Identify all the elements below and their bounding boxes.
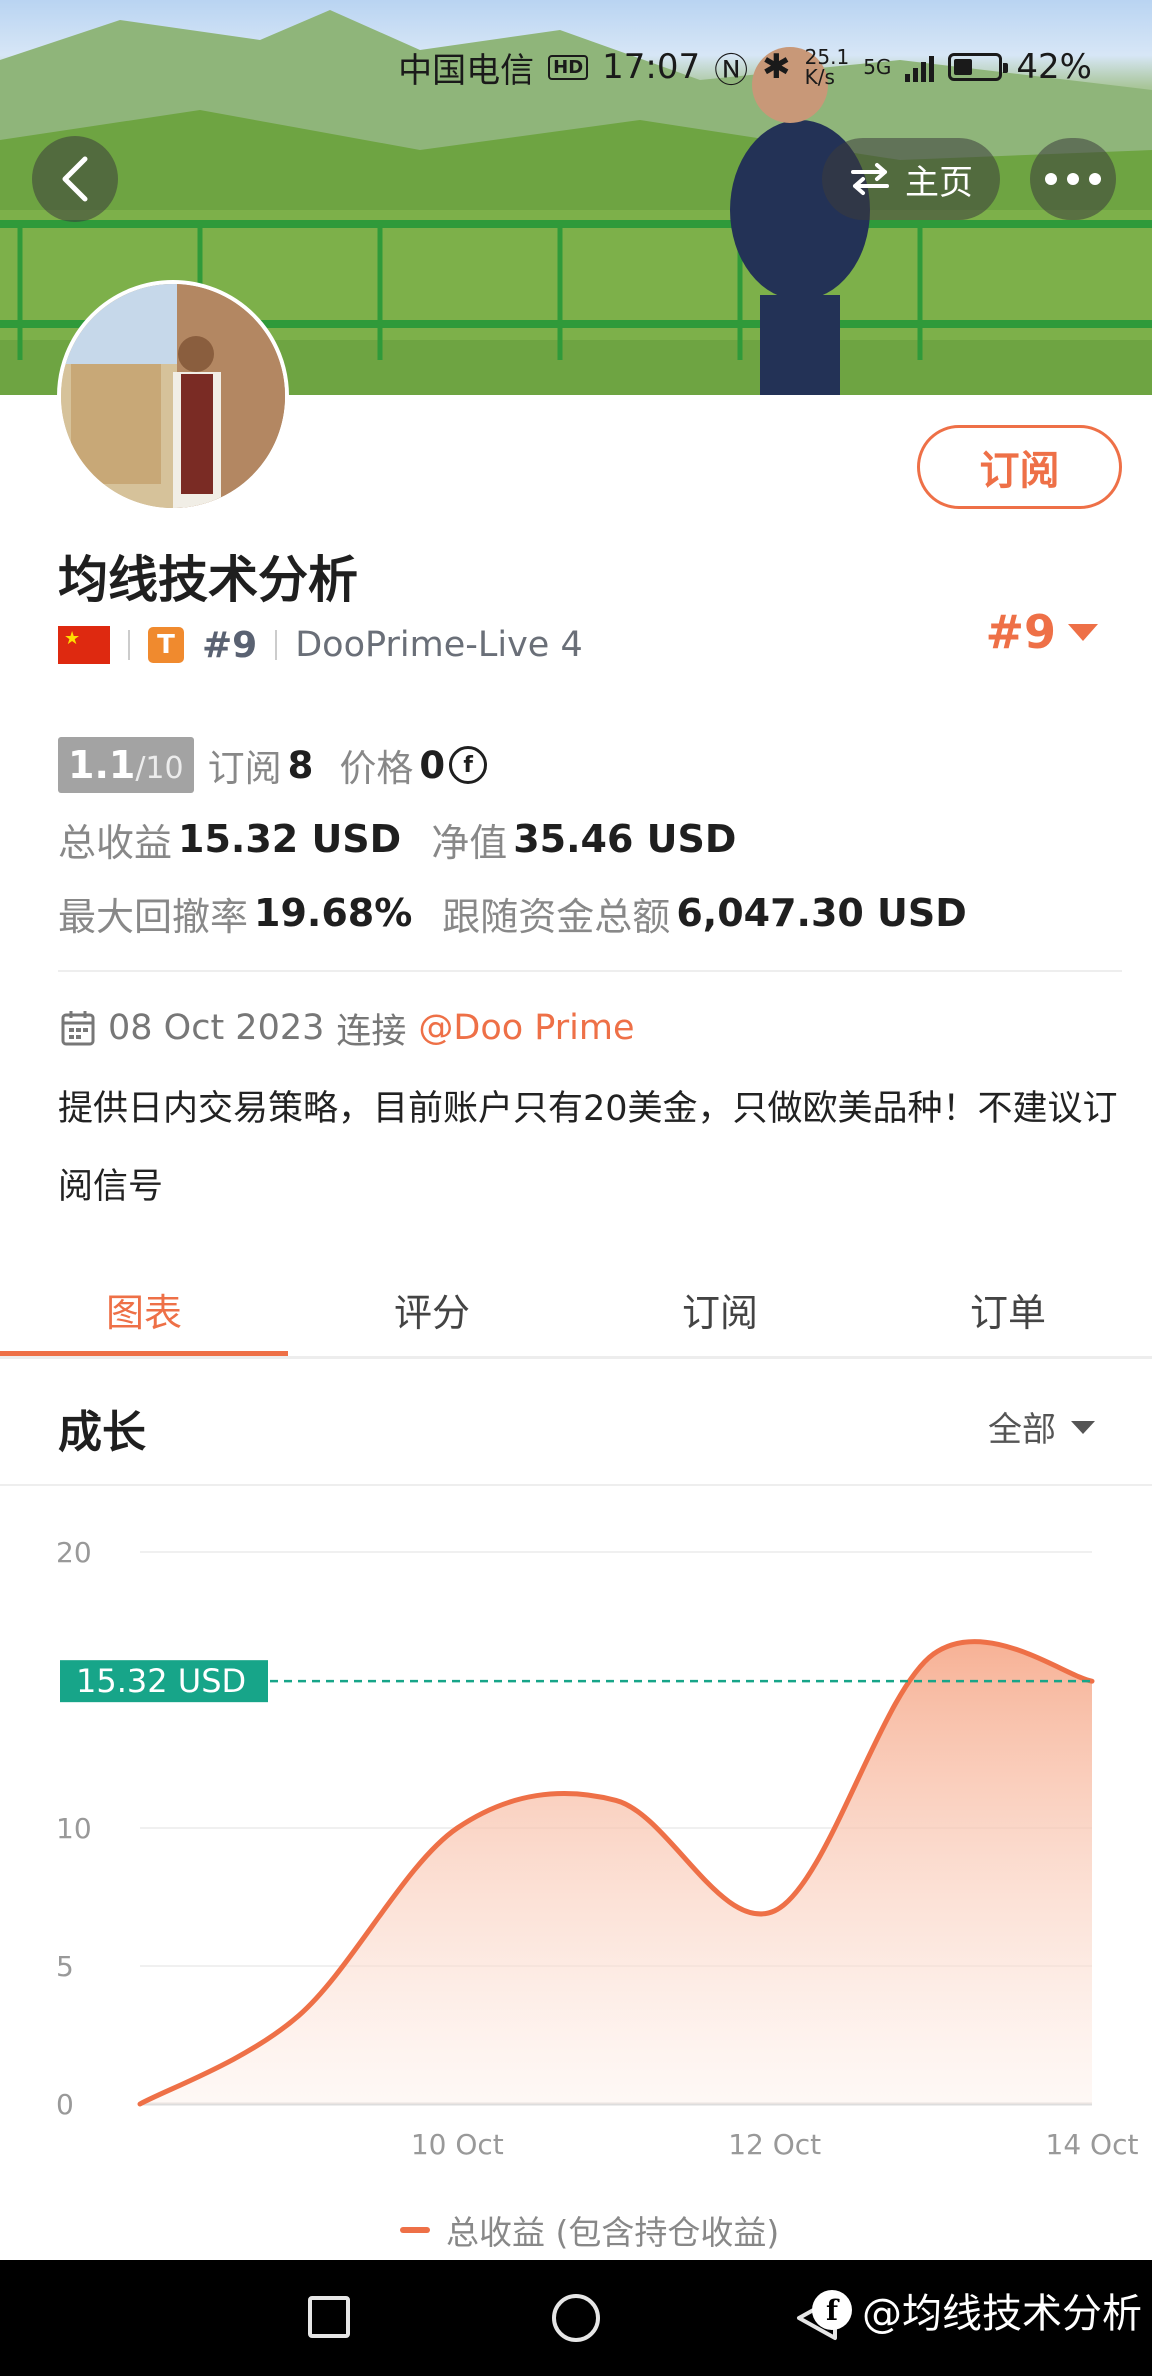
subscribe-count-label: 订阅 [207,747,282,790]
more-dots-icon [1045,173,1101,185]
growth-section-header: 成长 全部 [0,1360,1152,1488]
meta-divider [275,630,278,660]
tab-chart[interactable]: 图表 [0,1258,288,1360]
net-speed-unit: K/s [804,65,835,89]
chart-legend: 总收益 (包含持仓收益) [400,2205,779,2255]
equity-label: 净值 [431,820,508,865]
swap-icon [851,163,889,195]
tab-orders[interactable]: 订单 [864,1258,1152,1360]
drawdown-value: 19.68% [254,891,413,935]
meta-divider [128,630,130,660]
price-label: 价格 [339,747,414,790]
total-profit-value: 15.32 USD [178,817,402,861]
stats-row-score: 1.1 /10 订阅 8 价格 0 f [58,737,488,793]
y-tick-label: 0 [56,2088,74,2121]
stats-row-drawdown: 最大回撤率 19.68% 跟随资金总额 6,047.30 USD [58,885,967,941]
chevron-left-icon [62,156,88,202]
divider [58,970,1122,972]
y-tick-label: 10 [56,1812,92,1845]
total-profit-label: 总收益 [58,820,173,865]
battery-icon [948,53,1009,81]
home-button[interactable]: 主页 [822,138,1000,220]
watermark-handle: @均线技术分析 [862,2291,1142,2337]
legend-swatch [400,2227,430,2233]
home-nav-button[interactable] [552,2294,600,2342]
recent-apps-button[interactable] [308,2296,350,2338]
connect-broker-link[interactable]: @Doo Prime [418,1008,634,1048]
profile-description: 提供日内交易策略，目前账户只有20美金，只做欧美品种！不建议订阅信号 [58,1089,1118,1207]
avatar[interactable] [57,280,289,512]
x-tick-label: 10 Oct [411,2128,504,2161]
tab-subscriptions[interactable]: 订阅 [576,1258,864,1360]
home-button-label: 主页 [905,162,973,203]
drawdown-label: 最大回撤率 [58,894,249,939]
connect-label: 连接 [336,1011,407,1052]
period-filter-label: 全部 [988,1410,1056,1450]
caret-down-icon [1068,624,1098,641]
network-type: 5G [863,55,892,79]
score-value: 1.1 [68,743,136,787]
calendar-icon [61,1011,95,1046]
connect-info: 08 Oct 2023 连接 @Doo Prime [60,1000,635,1056]
social-logo-icon: f [812,2290,852,2330]
more-button[interactable] [1030,138,1116,220]
subscribe-button[interactable]: 订阅 [917,425,1122,509]
growth-chart-svg: 15.32 USD 0 5 10 20 10 Oct 12 Oct 14 Oct [56,1536,1139,2161]
back-button[interactable] [32,136,118,222]
price-value: 0 [419,743,446,787]
avatar-image [61,284,285,508]
profile-name: 均线技术分析 [58,551,358,609]
tab-bar-divider [0,1356,1152,1359]
stats-row-profit: 总收益 15.32 USD 净值 35.46 USD [58,811,736,867]
current-value-label: 15.32 USD [76,1662,246,1700]
tab-bar: 图表 评分 订阅 订单 [0,1258,1152,1360]
x-tick-label: 12 Oct [728,2128,821,2161]
y-tick-label: 5 [56,1950,74,1983]
china-flag-icon: ★ [58,626,110,664]
profile-page: 中国电信 HD 17:07 Ⓝ ✱ 25.1 K/s 5G 42% 主页 订阅 … [0,0,1152,2376]
net-speed: 25.1 K/s [805,47,850,87]
y-tick-label: 20 [56,1536,92,1569]
signal-icon [905,52,935,82]
subscribe-count: 8 [287,743,314,787]
coin-icon: f [449,746,488,784]
follow-funds-value: 6,047.30 USD [676,891,967,935]
score-badge: 1.1 /10 [58,737,194,793]
hd-indicator: HD [548,54,589,80]
equity-value: 35.46 USD [513,817,737,861]
status-bar: 中国电信 HD 17:07 Ⓝ ✱ 25.1 K/s 5G 42% [398,40,1092,94]
profile-meta: ★ T #9 DooPrime-Live 4 [58,617,583,673]
clock: 17:07 [602,47,701,87]
growth-chart: 15.32 USD 0 5 10 20 10 Oct 12 Oct 14 Oct [0,1500,1152,2260]
x-tick-label: 14 Oct [1046,2128,1139,2161]
rank-dropdown[interactable]: #9 [985,605,1100,659]
follow-funds-label: 跟随资金总额 [442,894,671,939]
caret-down-icon [1071,1420,1095,1434]
rank-small: #9 [202,624,258,666]
section-title: 成长 [58,1407,146,1458]
tier-badge: T [148,627,184,663]
net-speed-value: 25.1 [804,45,850,69]
chart-area [140,1641,1092,2104]
rank-large: #9 [985,605,1056,659]
broker-account: DooPrime-Live 4 [295,625,583,665]
watermark: f @均线技术分析 [812,2280,1142,2340]
battery-level: 42% [1016,47,1092,87]
score-max: /10 [135,751,184,786]
nfc-icon: Ⓝ [714,50,749,91]
bluetooth-icon: ✱ [762,47,791,87]
carrier-name: 中国电信 [398,50,535,91]
tab-rating[interactable]: 评分 [288,1258,576,1360]
legend-label: 总收益 (包含持仓收益) [446,2213,780,2252]
connect-date: 08 Oct 2023 [108,1008,325,1048]
divider [0,1484,1152,1486]
period-filter-dropdown[interactable]: 全部 [988,1402,1096,1451]
